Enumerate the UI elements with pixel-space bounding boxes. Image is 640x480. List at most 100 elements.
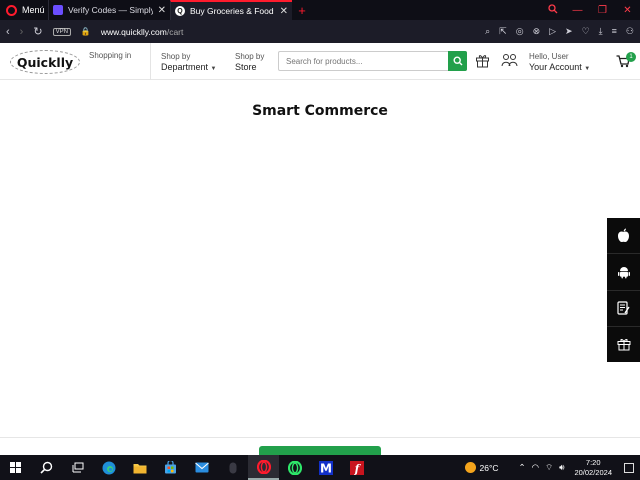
- volume-icon[interactable]: 🔊︎: [559, 462, 564, 473]
- tab-quicklly[interactable]: Q Buy Groceries & Food Online ✕: [170, 0, 292, 20]
- heart-icon[interactable]: ♡: [582, 26, 590, 37]
- search-button[interactable]: [448, 51, 467, 71]
- android-app-link[interactable]: [607, 254, 640, 291]
- mail-button[interactable]: [186, 455, 217, 480]
- apple-icon: [618, 228, 629, 243]
- gift-link[interactable]: [607, 327, 640, 362]
- clock[interactable]: 7:20 20/02/2024: [574, 458, 612, 478]
- refer-friends-icon[interactable]: [501, 53, 518, 73]
- mail-icon: [194, 462, 209, 473]
- mouse-icon: [229, 462, 236, 473]
- profile-icon[interactable]: ⚇: [626, 26, 634, 37]
- shop-by-store-dropdown[interactable]: Shop by Store: [235, 51, 264, 73]
- download-icon[interactable]: ⤓: [599, 26, 603, 37]
- date: 20/02/2024: [574, 467, 612, 477]
- opera-menu-button[interactable]: Menú: [0, 0, 48, 20]
- close-tab-icon[interactable]: ✕: [158, 5, 166, 16]
- chevron-down-icon: ▼: [210, 66, 217, 72]
- gift-icon[interactable]: [475, 53, 490, 73]
- opera-icon: [256, 459, 271, 474]
- apple-app-link[interactable]: [607, 218, 640, 255]
- shop-by-department-dropdown[interactable]: Shop by Department ▼: [161, 51, 217, 75]
- search-input[interactable]: [279, 52, 449, 70]
- notes-link[interactable]: [607, 291, 640, 327]
- network-icon[interactable]: ◠: [532, 462, 539, 473]
- tab-title: Buy Groceries & Food Online: [190, 6, 275, 16]
- chevron-down-icon: ▼: [584, 66, 591, 72]
- reload-icon[interactable]: ↻: [33, 25, 42, 38]
- minimize-icon[interactable]: ―: [565, 5, 590, 16]
- player-icon[interactable]: ▷: [549, 26, 556, 37]
- adblock-icon[interactable]: ⊗: [533, 26, 541, 37]
- opera-logo-icon: [6, 4, 17, 16]
- store-icon: [165, 461, 176, 474]
- notepad-icon: [617, 301, 630, 315]
- temperature: 26°C: [479, 462, 499, 473]
- tab-simplycodes[interactable]: Verify Codes — SimplyCodes ✕: [48, 0, 170, 20]
- tab-search-icon[interactable]: [540, 3, 565, 17]
- weather-widget[interactable]: 26°C: [464, 462, 499, 473]
- easy-setup-icon[interactable]: ≡: [612, 26, 617, 37]
- vpn-badge[interactable]: VPN: [52, 27, 71, 36]
- store-button[interactable]: [155, 455, 186, 480]
- site-header: Quicklly Shopping in Shop by Department …: [0, 43, 640, 80]
- tab-title: Verify Codes — SimplyCodes: [68, 5, 153, 15]
- account-dropdown[interactable]: Hello, User Your Account ▼: [529, 51, 590, 75]
- system-tray: 26°C ⌃ ◠ ⌔ 🔊︎ 7:20 20/02/2024: [464, 455, 640, 480]
- search-icon: [452, 56, 462, 66]
- forward-icon[interactable]: ›: [20, 26, 24, 38]
- search-icon: [40, 461, 53, 474]
- sun-icon: [464, 462, 476, 473]
- app-button[interactable]: [217, 455, 248, 480]
- screen: Menú Verify Codes — SimplyCodes ✕ Q Buy …: [0, 0, 640, 480]
- gift-icon: [617, 339, 630, 351]
- menu-label: Menú: [22, 5, 45, 15]
- opera-gx-icon: [287, 460, 302, 475]
- m-app-button[interactable]: M: [310, 455, 341, 480]
- cart-count-badge: 1: [626, 52, 636, 62]
- simplycodes-favicon-icon: [53, 5, 63, 15]
- close-tab-icon[interactable]: ✕: [280, 6, 288, 17]
- url-field[interactable]: www.quicklly.com/cart: [101, 27, 475, 37]
- folder-icon: [133, 463, 146, 473]
- notifications-icon[interactable]: [624, 462, 634, 473]
- svg-text:M: M: [320, 461, 332, 475]
- edge-icon: [102, 461, 115, 474]
- m-app-icon: M: [318, 460, 333, 475]
- browser-tab-strip: Menú Verify Codes — SimplyCodes ✕ Q Buy …: [0, 0, 640, 20]
- chevron-up-icon[interactable]: ⌃: [519, 462, 526, 473]
- camera-icon[interactable]: ◎: [516, 26, 524, 37]
- search-lens-icon[interactable]: ⌕: [485, 26, 490, 37]
- android-icon: [617, 266, 630, 279]
- close-window-icon[interactable]: ✕: [615, 5, 640, 16]
- search-bar: [278, 51, 467, 71]
- edge-button[interactable]: [93, 455, 124, 480]
- opera-gx-button[interactable]: [279, 455, 310, 480]
- wifi-icon[interactable]: ⌔: [545, 462, 553, 473]
- quicklly-logo[interactable]: Quicklly: [10, 50, 80, 74]
- task-view-icon: [72, 462, 83, 473]
- quicklly-favicon-icon: Q: [175, 6, 185, 16]
- app-download-rail: [607, 218, 640, 362]
- search-taskbar-button[interactable]: [31, 455, 62, 480]
- flash-app-button[interactable]: f: [341, 455, 372, 480]
- time: 7:20: [585, 457, 601, 467]
- share-icon[interactable]: ⇱: [499, 26, 507, 37]
- flash-icon: f: [349, 460, 364, 475]
- send-icon[interactable]: ➤: [565, 26, 573, 37]
- new-tab-button[interactable]: +: [292, 0, 312, 20]
- divider: [150, 43, 151, 80]
- address-bar: ‹ › ↻ VPN 🔒 www.quicklly.com/cart ⌕ ⇱ ◎ …: [0, 20, 640, 43]
- opera-taskbar-button[interactable]: [248, 455, 279, 480]
- task-view-button[interactable]: [62, 455, 93, 480]
- windows-icon: [10, 462, 21, 473]
- page-title: Smart Commerce: [252, 103, 388, 119]
- back-icon[interactable]: ‹: [6, 26, 10, 38]
- restore-icon[interactable]: ❐: [590, 5, 615, 16]
- file-explorer-button[interactable]: [124, 455, 155, 480]
- lock-icon[interactable]: 🔒: [81, 27, 91, 36]
- footer-divider: [0, 437, 640, 438]
- shopping-in-label[interactable]: Shopping in: [89, 51, 131, 60]
- window-controls: ― ❐ ✕: [540, 0, 640, 20]
- start-button[interactable]: [0, 455, 31, 480]
